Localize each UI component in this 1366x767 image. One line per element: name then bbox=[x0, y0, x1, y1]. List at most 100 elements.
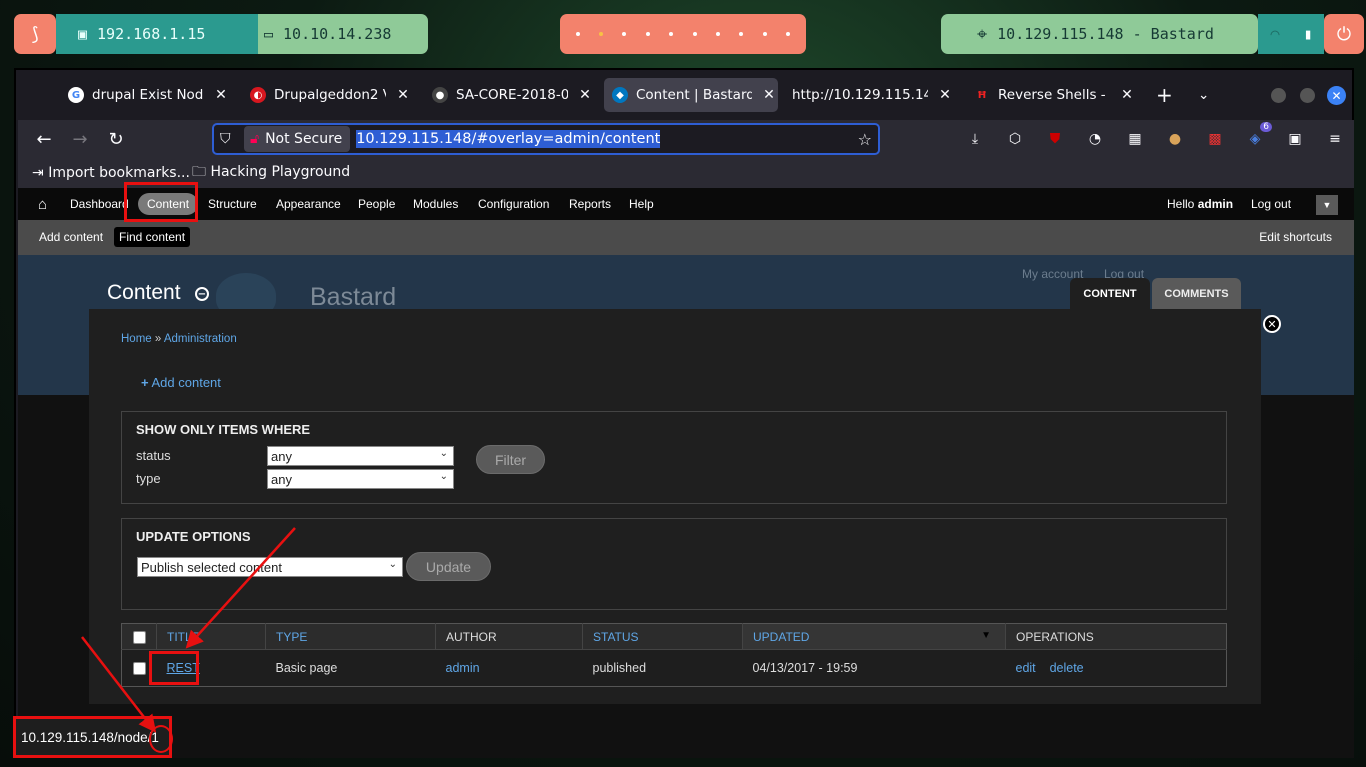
hamburger-menu-icon[interactable]: ≡ bbox=[1324, 128, 1346, 150]
type-select[interactable]: any ⌄ bbox=[267, 469, 454, 489]
page-title: Content bbox=[107, 281, 181, 304]
shortcuts-toggle[interactable]: ▼ bbox=[1316, 195, 1338, 215]
foxyproxy-icon[interactable]: ◔ bbox=[1084, 128, 1106, 150]
hackbar-icon[interactable]: ▩ bbox=[1204, 128, 1226, 150]
workspace-dot[interactable] bbox=[575, 32, 580, 36]
breadcrumb-administration[interactable]: Administration bbox=[164, 333, 237, 345]
toolbar-people[interactable]: People bbox=[358, 188, 395, 220]
breadcrumb: Home » Administration bbox=[121, 333, 237, 345]
filter-button[interactable]: Filter bbox=[476, 445, 545, 474]
author-link[interactable]: admin bbox=[446, 661, 480, 675]
workspace-dot[interactable] bbox=[692, 32, 697, 36]
container-icon[interactable]: ▣ bbox=[1284, 128, 1306, 150]
list-tabs-button[interactable]: ⌄ bbox=[1190, 78, 1220, 112]
site-name[interactable]: Bastard bbox=[310, 283, 396, 312]
tab-comments[interactable]: COMMENTS bbox=[1152, 278, 1241, 310]
battery-tray[interactable]: ▮ bbox=[1292, 14, 1324, 54]
chevron-down-icon: ⌄ bbox=[388, 559, 397, 570]
tab-github-sa-core[interactable]: ● SA-CORE-2018-004/ ✕ bbox=[424, 78, 594, 112]
workspace-dot[interactable] bbox=[669, 32, 674, 36]
tab-content-bastard[interactable]: ◆ Content | Bastard ✕ bbox=[604, 78, 778, 112]
close-icon[interactable]: ✕ bbox=[576, 87, 594, 103]
tracking-shield-icon[interactable]: ⛉ bbox=[220, 131, 231, 147]
toolbar-help[interactable]: Help bbox=[629, 188, 654, 220]
update-operation-select[interactable]: Publish selected content ⌄ bbox=[137, 557, 403, 577]
status-select[interactable]: any ⌄ bbox=[267, 446, 454, 466]
edit-shortcuts-link[interactable]: Edit shortcuts bbox=[1259, 230, 1332, 244]
workspace-dot[interactable] bbox=[716, 32, 721, 36]
hello-text: Hello bbox=[1167, 197, 1195, 211]
kali-menu-button[interactable]: ⟆ bbox=[14, 14, 56, 54]
tab-node-url[interactable]: http://10.129.115.148/c ✕ bbox=[784, 78, 954, 112]
reload-button[interactable]: ↻ bbox=[102, 129, 130, 150]
tab-google-search[interactable]: Gdrupal Exist Node n ✕ bbox=[60, 78, 230, 112]
delete-link[interactable]: delete bbox=[1050, 661, 1084, 675]
qr-code-icon[interactable]: ▦ bbox=[1124, 128, 1146, 150]
download-icon[interactable]: ⤓ bbox=[964, 128, 986, 150]
select-all-checkbox[interactable] bbox=[133, 630, 146, 644]
workspace-dot[interactable] bbox=[762, 32, 767, 36]
row-checkbox[interactable] bbox=[133, 662, 146, 676]
window-close-button[interactable]: ✕ bbox=[1327, 86, 1346, 105]
toolbar-reports[interactable]: Reports bbox=[569, 188, 611, 220]
close-icon[interactable]: ✕ bbox=[936, 87, 954, 103]
toolbar-modules[interactable]: Modules bbox=[413, 188, 458, 220]
not-secure-badge[interactable]: 🔓︎ Not Secure bbox=[244, 126, 351, 152]
menu-label: Dashboard bbox=[70, 197, 129, 211]
tab-content[interactable]: CONTENT bbox=[1070, 278, 1150, 310]
tab-drupalgeddon2[interactable]: ◐ Drupalgeddon2 Vul ✕ bbox=[242, 78, 412, 112]
toolbar-structure[interactable]: Structure bbox=[208, 188, 257, 220]
ublock-icon[interactable]: ⛊ bbox=[1044, 128, 1066, 150]
tab-title: Content | Bastard bbox=[636, 87, 752, 103]
back-button[interactable]: ← bbox=[30, 129, 58, 150]
bookmark-folder-hacking[interactable]: 🗀 Hacking Playground bbox=[192, 161, 350, 185]
minimize-button[interactable] bbox=[1271, 88, 1286, 103]
toolbar-dashboard[interactable]: Dashboard bbox=[70, 188, 129, 220]
logout-link[interactable]: Log out bbox=[1251, 188, 1291, 220]
update-button-label: Update bbox=[425, 558, 472, 575]
workspace-switcher[interactable] bbox=[560, 14, 806, 54]
workspace-dot[interactable] bbox=[622, 32, 627, 36]
edit-link[interactable]: edit bbox=[1016, 661, 1036, 675]
power-button[interactable]: ⏻ bbox=[1324, 14, 1364, 54]
close-icon[interactable]: ✕ bbox=[394, 87, 412, 103]
overlay-close-button[interactable]: ✕ bbox=[1263, 315, 1281, 333]
toolbar-appearance[interactable]: Appearance bbox=[276, 188, 341, 220]
forward-button[interactable]: → bbox=[66, 129, 94, 150]
header-type[interactable]: TYPE bbox=[265, 623, 436, 650]
url-text[interactable]: 10.129.115.148/#overlay=admin/content bbox=[356, 130, 661, 148]
cookie-icon[interactable]: ● bbox=[1164, 128, 1186, 150]
close-icon[interactable]: ✕ bbox=[212, 87, 230, 103]
workspace-dot[interactable] bbox=[645, 32, 650, 36]
header-status[interactable]: STATUS bbox=[582, 623, 743, 650]
plus-icon: + bbox=[141, 375, 149, 390]
add-content-link[interactable]: + Add content bbox=[141, 375, 221, 390]
bookmark-star-icon[interactable]: ☆ bbox=[858, 130, 872, 149]
update-button[interactable]: Update bbox=[406, 552, 491, 581]
plus-icon: + bbox=[1156, 83, 1173, 107]
tab-reverse-shells[interactable]: Ħ Reverse Shells - Win ✕ bbox=[966, 78, 1136, 112]
user-link[interactable]: admin bbox=[1198, 197, 1233, 211]
shortcut-remove-icon[interactable]: − bbox=[195, 287, 209, 301]
workspace-dot[interactable] bbox=[786, 32, 791, 36]
tab-title: Reverse Shells - Win bbox=[998, 87, 1110, 103]
breadcrumb-home[interactable]: Home bbox=[121, 333, 152, 345]
workspace-dot-active[interactable] bbox=[599, 32, 604, 36]
home-icon[interactable]: ⌂ bbox=[38, 196, 47, 213]
header-updated[interactable]: UPDATED ▼ bbox=[742, 623, 1006, 650]
wappalyzer-icon[interactable]: ◈ 6 bbox=[1244, 122, 1272, 150]
wifi-tray[interactable]: ◠ bbox=[1258, 14, 1292, 54]
maximize-button[interactable] bbox=[1300, 88, 1315, 103]
header-title[interactable]: TITLE bbox=[156, 623, 266, 650]
shortcut-find-content[interactable]: Find content bbox=[114, 227, 191, 247]
close-icon[interactable]: ✕ bbox=[760, 87, 778, 103]
new-tab-button[interactable]: + bbox=[1148, 78, 1178, 112]
hello-user: Hello admin bbox=[1167, 188, 1233, 220]
shortcut-add-content[interactable]: Add content bbox=[39, 230, 103, 244]
bookmark-import[interactable]: ⇥ Import bookmarks... bbox=[32, 165, 190, 181]
toolbar-configuration[interactable]: Configuration bbox=[478, 188, 549, 220]
workspace-dot[interactable] bbox=[739, 32, 744, 36]
url-bar[interactable]: ⛉ 🔓︎ Not Secure 10.129.115.148/#overlay=a… bbox=[212, 123, 880, 155]
extensions-icon[interactable]: ⬡ bbox=[1004, 128, 1026, 150]
close-icon[interactable]: ✕ bbox=[1118, 87, 1136, 103]
